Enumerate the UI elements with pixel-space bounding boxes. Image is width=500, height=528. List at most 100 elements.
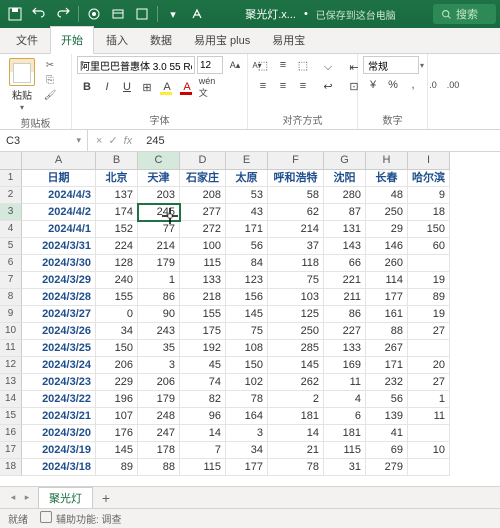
cell[interactable]: 19 [408,272,450,289]
cell[interactable]: 31 [324,459,366,476]
cell[interactable]: 2024/3/19 [22,442,96,459]
align-center-icon[interactable]: ≡ [273,77,293,95]
format-painter-icon[interactable]: 🖌 [42,88,58,102]
cell[interactable]: 48 [366,187,408,204]
wrap-text-icon[interactable]: ↩ [318,77,338,95]
cell[interactable]: 69 [366,442,408,459]
cell[interactable]: 29 [366,221,408,238]
row-header[interactable]: 18 [0,459,22,476]
cell[interactable]: 232 [366,374,408,391]
row-header[interactable]: 9 [0,306,22,323]
row-header[interactable]: 1 [0,170,22,187]
cell[interactable]: 150 [408,221,450,238]
row-header[interactable]: 2 [0,187,22,204]
cell[interactable]: 277 [180,204,226,221]
percent-icon[interactable]: % [383,76,403,94]
cell[interactable]: 10 [408,442,450,459]
cell[interactable]: 88 [138,459,180,476]
cell[interactable]: 211 [324,289,366,306]
row-header[interactable]: 7 [0,272,22,289]
cell[interactable]: 37 [268,238,324,255]
cell[interactable]: 7 [180,442,226,459]
row-header[interactable]: 16 [0,425,22,442]
save-icon[interactable] [4,3,26,25]
paste-button[interactable]: 粘贴 ▾ [5,56,39,114]
cell[interactable]: 2024/3/31 [22,238,96,255]
qat-icon-5[interactable] [186,3,208,25]
cell[interactable]: 2024/4/3 [22,187,96,204]
cell[interactable]: 2 [268,391,324,408]
col-header[interactable]: C [138,152,180,170]
undo-icon[interactable] [28,3,50,25]
cell[interactable]: 2024/3/27 [22,306,96,323]
cell[interactable]: 218 [180,289,226,306]
cell[interactable]: 2024/3/30 [22,255,96,272]
cell[interactable]: 152 [96,221,138,238]
cell[interactable]: 123 [226,272,268,289]
cell[interactable]: 4 [324,391,366,408]
cell[interactable]: 145 [226,306,268,323]
cell[interactable]: 177 [226,459,268,476]
comma-icon[interactable]: , [403,76,423,94]
fx-icon[interactable]: fx [124,135,133,147]
cell[interactable]: 34 [226,442,268,459]
cell[interactable]: 240 [96,272,138,289]
cell[interactable]: 115 [180,255,226,272]
cell[interactable]: 45 [180,357,226,374]
cell[interactable]: 太原 [226,170,268,187]
col-header[interactable]: G [324,152,366,170]
cell[interactable]: 2024/3/28 [22,289,96,306]
cell[interactable]: 82 [180,391,226,408]
cell[interactable]: 227 [324,323,366,340]
row-header[interactable]: 14 [0,391,22,408]
font-color-button[interactable]: A [177,78,197,96]
formula-input[interactable]: 245 [140,135,500,147]
cell[interactable] [408,459,450,476]
cell[interactable]: 115 [324,442,366,459]
cell[interactable]: 2024/3/25 [22,340,96,357]
cell[interactable]: 60 [408,238,450,255]
cell[interactable]: 11 [408,408,450,425]
cell[interactable]: 石家庄 [180,170,226,187]
cell[interactable]: 179 [138,255,180,272]
cell[interactable]: 41 [366,425,408,442]
cell[interactable]: 206 [96,357,138,374]
border-button[interactable]: ⊞ [137,78,157,96]
cell[interactable]: 2024/4/2 [22,204,96,221]
cell[interactable]: 77 [138,221,180,238]
cell[interactable]: 196 [96,391,138,408]
cancel-fx-icon[interactable]: × [96,135,102,147]
cell[interactable]: 133 [324,340,366,357]
cell[interactable]: 3 [138,357,180,374]
cell[interactable]: 2024/4/1 [22,221,96,238]
cell[interactable]: 229 [96,374,138,391]
cell[interactable]: 86 [138,289,180,306]
cell[interactable]: 88 [366,323,408,340]
col-header[interactable]: A [22,152,96,170]
dec-decimal-icon[interactable]: .00 [443,76,463,94]
row-header[interactable]: 5 [0,238,22,255]
cell[interactable]: 89 [408,289,450,306]
cell[interactable]: 2024/3/23 [22,374,96,391]
copy-icon[interactable]: ⎘ [42,73,58,87]
number-format-select[interactable] [363,56,419,74]
cell[interactable]: 96 [180,408,226,425]
cell[interactable]: 27 [408,323,450,340]
align-middle-icon[interactable]: ≡ [273,56,293,74]
row-header[interactable]: 13 [0,374,22,391]
cell[interactable]: 90 [138,306,180,323]
cell[interactable]: 115 [180,459,226,476]
cell[interactable]: 146 [366,238,408,255]
search-box[interactable]: 搜索 [433,4,496,24]
cell[interactable]: 178 [138,442,180,459]
cell[interactable] [408,340,450,357]
cell[interactable]: 75 [268,272,324,289]
cell[interactable]: 74 [180,374,226,391]
cell[interactable]: 58 [268,187,324,204]
tab-0[interactable]: 文件 [6,27,48,53]
cell[interactable]: 161 [366,306,408,323]
cell[interactable]: 沈阳 [324,170,366,187]
cell[interactable]: 北京 [96,170,138,187]
row-header[interactable]: 12 [0,357,22,374]
cell[interactable]: 66 [324,255,366,272]
